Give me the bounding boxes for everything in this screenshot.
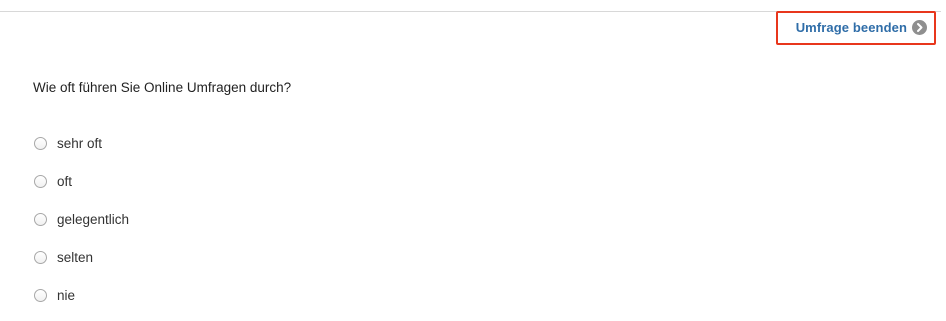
end-survey-link[interactable]: Umfrage beenden — [796, 20, 927, 35]
radio-button[interactable] — [34, 136, 47, 150]
answer-options: sehr oft oft gelegentlich selten nie — [34, 124, 129, 314]
radio-button[interactable] — [34, 212, 47, 226]
end-survey-highlight: Umfrage beenden — [776, 11, 936, 45]
answer-label: nie — [57, 287, 76, 303]
radio-button[interactable] — [34, 250, 47, 264]
answer-option-sehr-oft[interactable]: sehr oft — [34, 124, 129, 162]
answer-option-gelegentlich[interactable]: gelegentlich — [34, 200, 129, 238]
radio-button[interactable] — [34, 288, 47, 302]
answer-option-selten[interactable]: selten — [34, 238, 129, 276]
arrow-right-circle-icon[interactable] — [912, 20, 927, 35]
answer-label: gelegentlich — [57, 211, 130, 227]
end-survey-label: Umfrage beenden — [795, 20, 907, 35]
question-text: Wie oft führen Sie Online Umfragen durch… — [33, 80, 292, 95]
answer-option-nie[interactable]: nie — [34, 276, 129, 314]
answer-label: selten — [57, 249, 94, 265]
answer-label: sehr oft — [57, 135, 103, 151]
answer-option-oft[interactable]: oft — [34, 162, 129, 200]
answer-label: oft — [57, 173, 73, 189]
radio-button[interactable] — [34, 174, 47, 188]
